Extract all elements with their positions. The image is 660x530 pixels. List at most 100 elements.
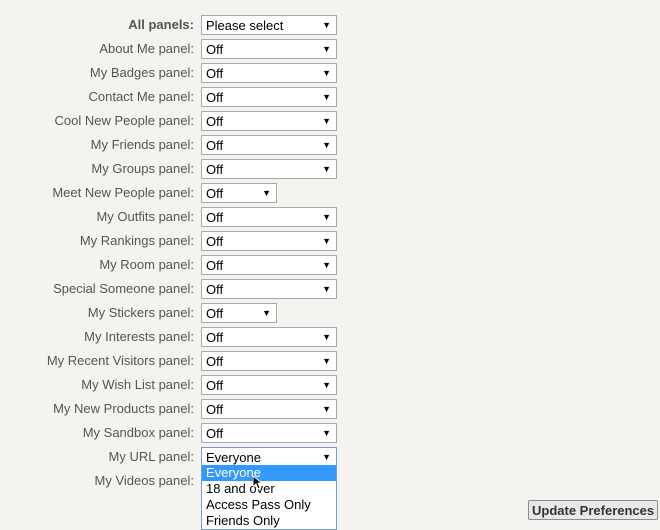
select-value: Off: [206, 402, 224, 417]
dropdown-option-everyone[interactable]: Everyone: [202, 465, 336, 481]
field-label: My Wish List panel:: [81, 377, 194, 392]
select-value: Off: [206, 90, 224, 105]
select-value: Off: [206, 42, 224, 57]
field-label: About Me panel:: [99, 41, 194, 56]
field-label: My Room panel:: [99, 257, 194, 272]
dropdown-arrow-icon: ▼: [322, 140, 331, 150]
form-row: Meet New People panel: Off ▼: [0, 183, 340, 203]
form-row: My Recent Visitors panel: Off ▼: [0, 351, 340, 371]
dropdown-option-access-pass-only[interactable]: Access Pass Only: [202, 497, 336, 513]
panel-visibility-select[interactable]: Off ▼: [201, 375, 337, 395]
panel-visibility-select[interactable]: Off ▼: [201, 231, 337, 251]
form-row: My Rankings panel: Off ▼: [0, 231, 340, 251]
select-value: Please select: [206, 18, 284, 33]
panel-visibility-select[interactable]: Off ▼: [201, 135, 337, 155]
dropdown-arrow-icon: ▼: [322, 212, 331, 222]
panel-visibility-select[interactable]: Off ▼: [201, 399, 337, 419]
dropdown-arrow-icon: ▼: [262, 308, 271, 318]
form-row: My Outfits panel: Off ▼: [0, 207, 340, 227]
field-label: My New Products panel:: [53, 401, 194, 416]
select-value: Off: [206, 354, 224, 369]
panel-visibility-select[interactable]: Off ▼: [201, 159, 337, 179]
form-row: My New Products panel: Off ▼: [0, 399, 340, 419]
dropdown-arrow-icon: ▼: [322, 116, 331, 126]
form-row: My Sandbox panel: Off ▼: [0, 423, 340, 443]
mouse-cursor-icon: [253, 476, 263, 490]
form-row: My URL panel: Everyone ▼: [0, 447, 340, 467]
dropdown-arrow-icon: ▼: [322, 68, 331, 78]
panel-visibility-select[interactable]: Off ▼: [201, 423, 337, 443]
dropdown-option-18-and-over[interactable]: 18 and over: [202, 481, 336, 497]
field-label: My Friends panel:: [90, 137, 194, 152]
form-row: Contact Me panel: Off ▼: [0, 87, 340, 107]
field-label: My Interests panel:: [84, 329, 194, 344]
panel-visibility-select[interactable]: Off ▼: [201, 327, 337, 347]
dropdown-arrow-icon: ▼: [322, 356, 331, 366]
select-value: Off: [206, 210, 224, 225]
dropdown-arrow-icon: ▼: [322, 452, 331, 462]
dropdown-arrow-icon: ▼: [322, 428, 331, 438]
select-value: Off: [206, 162, 224, 177]
form-row: About Me panel: Off ▼: [0, 39, 340, 59]
form-row: My Groups panel: Off ▼: [0, 159, 340, 179]
select-value: Off: [206, 330, 224, 345]
select-value: Off: [206, 426, 224, 441]
dropdown-arrow-icon: ▼: [322, 404, 331, 414]
select-value: Off: [206, 282, 224, 297]
field-label: Meet New People panel:: [52, 185, 194, 200]
panel-visibility-select[interactable]: Off ▼: [201, 111, 337, 131]
dropdown-arrow-icon: ▼: [322, 236, 331, 246]
form-row: Special Someone panel: Off ▼: [0, 279, 340, 299]
form-row: My Stickers panel: Off ▼: [0, 303, 340, 323]
panel-visibility-select[interactable]: Off ▼: [201, 207, 337, 227]
panel-visibility-select[interactable]: Everyone ▼: [201, 447, 337, 467]
panel-visibility-select[interactable]: Off ▼: [201, 279, 337, 299]
field-label: All panels:: [128, 17, 194, 32]
panel-visibility-select[interactable]: Off ▼: [201, 183, 277, 203]
panel-visibility-select[interactable]: Off ▼: [201, 255, 337, 275]
select-value: Off: [206, 378, 224, 393]
field-label: My Sandbox panel:: [82, 425, 194, 440]
panel-visibility-select[interactable]: Off ▼: [201, 351, 337, 371]
select-value: Off: [206, 66, 224, 81]
dropdown-arrow-icon: ▼: [322, 284, 331, 294]
field-label: My URL panel:: [108, 449, 195, 464]
field-label: My Groups panel:: [91, 161, 194, 176]
dropdown-arrow-icon: ▼: [322, 44, 331, 54]
dropdown-arrow-icon: ▼: [322, 260, 331, 270]
select-value: Off: [206, 138, 224, 153]
panel-visibility-select[interactable]: Please select ▼: [201, 15, 337, 35]
panel-visibility-select[interactable]: Off ▼: [201, 39, 337, 59]
panel-visibility-select[interactable]: Off ▼: [201, 63, 337, 83]
field-label: My Outfits panel:: [96, 209, 194, 224]
field-label: My Rankings panel:: [79, 233, 194, 248]
url-panel-dropdown-list[interactable]: Everyone 18 and over Access Pass Only Fr…: [201, 465, 337, 530]
dropdown-arrow-icon: ▼: [322, 332, 331, 342]
form-row: My Room panel: Off ▼: [0, 255, 340, 275]
form-row: My Friends panel: Off ▼: [0, 135, 340, 155]
select-value: Everyone: [206, 450, 261, 465]
select-value: Off: [206, 114, 224, 129]
field-label: Cool New People panel:: [54, 113, 194, 128]
dropdown-arrow-icon: ▼: [322, 92, 331, 102]
field-label: Contact Me panel:: [88, 89, 194, 104]
form-row: All panels: Please select ▼: [0, 15, 340, 35]
dropdown-arrow-icon: ▼: [322, 380, 331, 390]
select-value: Off: [206, 234, 224, 249]
panel-visibility-select[interactable]: Off ▼: [201, 87, 337, 107]
field-label: My Badges panel:: [89, 65, 194, 80]
select-value: Off: [206, 258, 224, 273]
form-row: My Wish List panel: Off ▼: [0, 375, 340, 395]
update-preferences-button[interactable]: Update Preferences: [528, 500, 659, 520]
select-value: Off: [206, 186, 224, 201]
form-row: My Interests panel: Off ▼: [0, 327, 340, 347]
form-row: Cool New People panel: Off ▼: [0, 111, 340, 131]
dropdown-arrow-icon: ▼: [322, 164, 331, 174]
panel-visibility-select[interactable]: Off ▼: [201, 303, 277, 323]
dropdown-arrow-icon: ▼: [322, 20, 331, 30]
dropdown-arrow-icon: ▼: [262, 188, 271, 198]
field-label: Special Someone panel:: [53, 281, 194, 296]
form-row: My Badges panel: Off ▼: [0, 63, 340, 83]
dropdown-option-friends-only[interactable]: Friends Only: [202, 513, 336, 529]
field-label: My Stickers panel:: [87, 305, 194, 320]
